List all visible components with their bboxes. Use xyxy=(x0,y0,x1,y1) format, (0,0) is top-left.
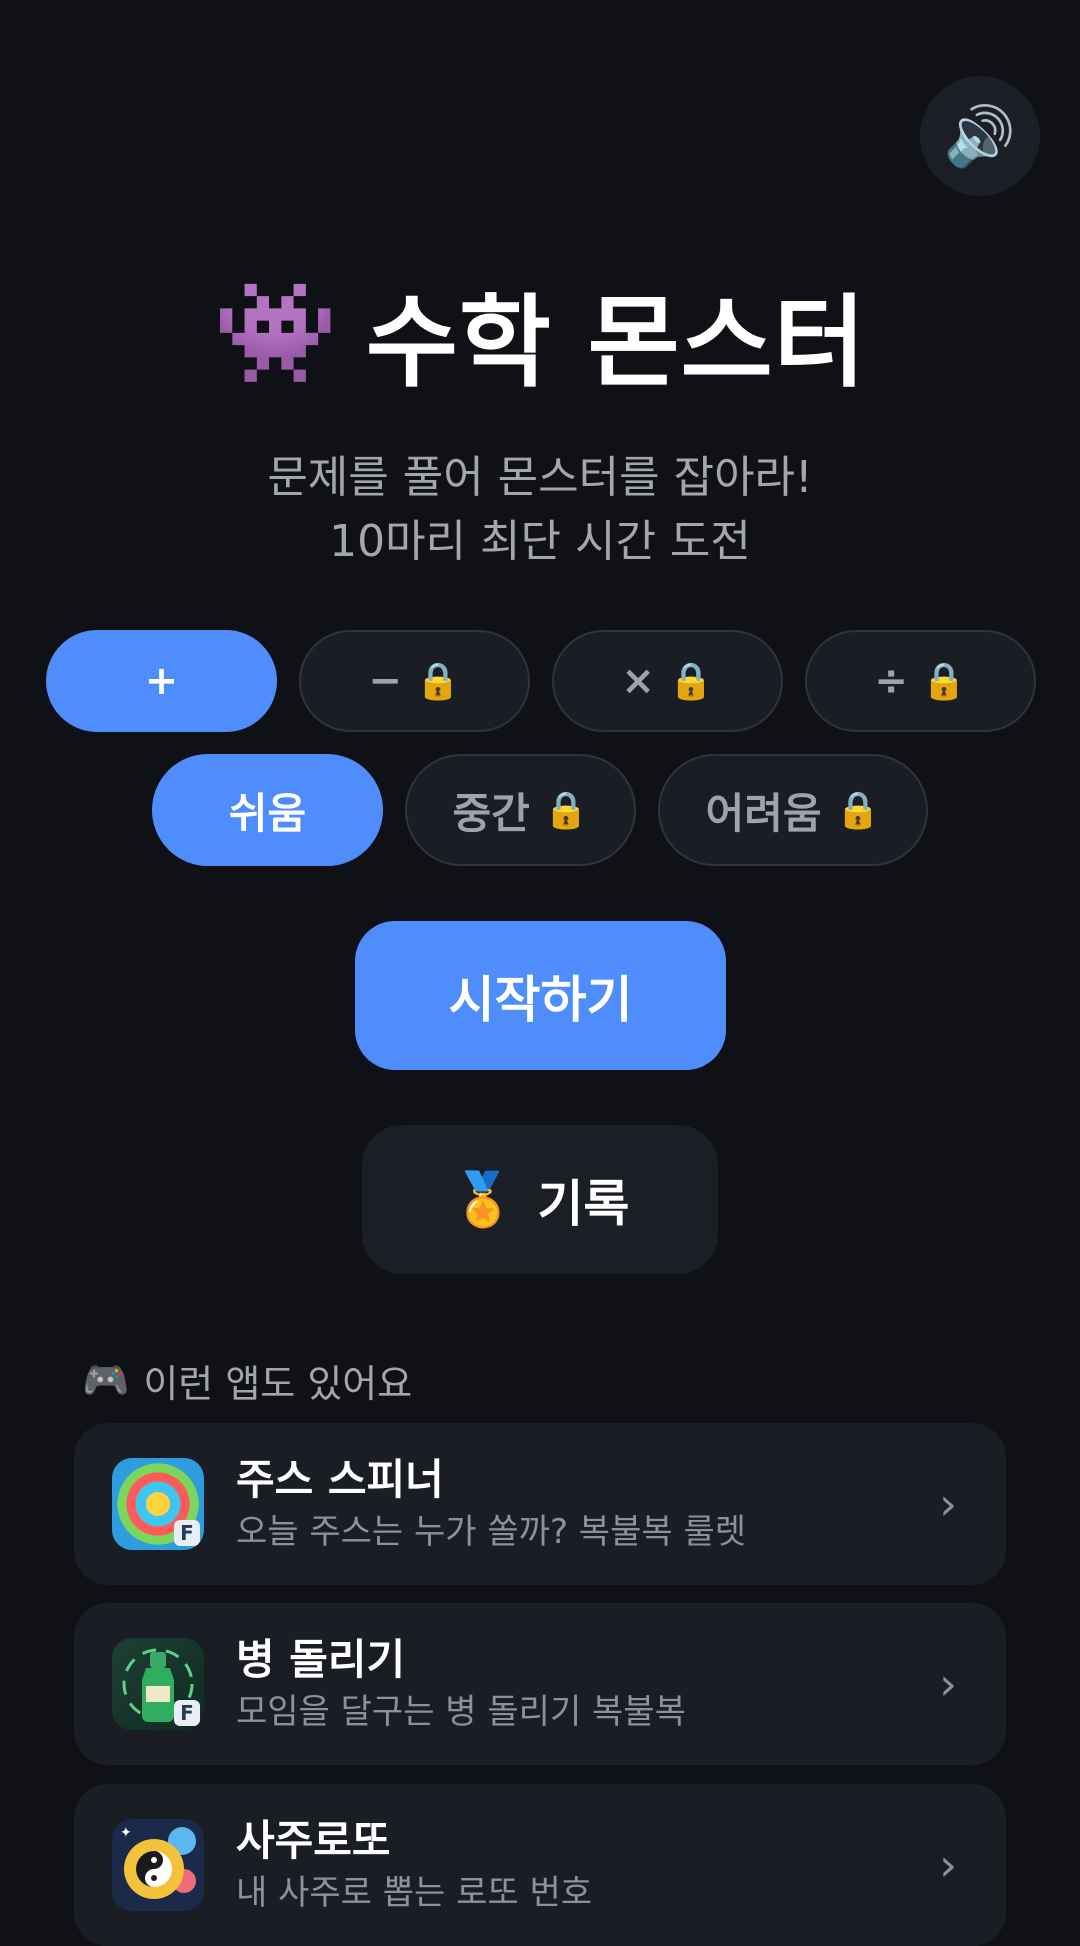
title-text: 수학 몬스터 xyxy=(365,283,867,401)
difficulty-easy-button[interactable]: 쉬움 xyxy=(152,754,383,866)
difficulty-selector: 쉬움 중간 🔒 어려움 🔒 xyxy=(0,754,1080,866)
bottle-spin-icon: F xyxy=(112,1638,204,1730)
lock-icon: 🔒 xyxy=(415,661,461,702)
chevron-right-icon: › xyxy=(939,1839,957,1891)
operation-label: ÷ xyxy=(874,658,908,704)
app-description: 오늘 주스는 누가 쏠까? 복불복 룰렛 xyxy=(236,1512,747,1552)
start-button[interactable]: 시작하기 xyxy=(355,921,726,1070)
subtitle-line-1: 문제를 풀어 몬스터를 잡아라! xyxy=(267,452,813,503)
operation-divide-button[interactable]: ÷ 🔒 xyxy=(805,630,1036,732)
svg-text:✦: ✦ xyxy=(120,1825,132,1841)
lock-icon: 🔒 xyxy=(835,790,881,831)
app-description: 모임을 달구는 병 돌리기 복불복 xyxy=(236,1692,686,1732)
saju-lotto-icon: ✦ xyxy=(112,1819,204,1911)
more-apps-heading: 🎮 이런 앱도 있어요 xyxy=(82,1352,412,1408)
subtitle: 문제를 풀어 몬스터를 잡아라! 10마리 최단 시간 도전 xyxy=(0,446,1080,574)
game-controller-icon: 🎮 xyxy=(82,1357,130,1402)
difficulty-label: 중간 xyxy=(452,788,530,838)
alien-monster-icon: 👾 xyxy=(213,274,338,391)
operation-multiply-button[interactable]: × 🔒 xyxy=(552,630,783,732)
sound-toggle-button[interactable]: 🔊 xyxy=(920,76,1040,196)
app-card-juice-spinner[interactable]: F 주스 스피너 오늘 주스는 누가 쏠까? 복불복 룰렛 › xyxy=(74,1423,1006,1585)
chevron-right-icon: › xyxy=(939,1658,957,1710)
app-name: 병 돌리기 xyxy=(236,1635,406,1684)
operation-label: × xyxy=(621,658,655,704)
difficulty-hard-button[interactable]: 어려움 🔒 xyxy=(658,754,928,866)
start-label: 시작하기 xyxy=(448,970,633,1029)
difficulty-label: 쉬움 xyxy=(228,788,307,838)
app-card-bottle-spin[interactable]: F 병 돌리기 모임을 달구는 병 돌리기 복불복 › xyxy=(74,1603,1006,1765)
record-label: 기록 xyxy=(537,1174,630,1233)
record-button[interactable]: 🏅 기록 xyxy=(362,1125,718,1274)
juice-spinner-icon: F xyxy=(112,1458,204,1550)
chevron-right-icon: › xyxy=(939,1478,957,1530)
speaker-icon: 🔊 xyxy=(943,102,1017,170)
app-name: 사주로또 xyxy=(236,1816,391,1865)
lock-icon: 🔒 xyxy=(543,790,589,831)
medal-icon: 🏅 xyxy=(450,1170,516,1230)
operation-label: − xyxy=(368,658,402,704)
operation-label: + xyxy=(144,658,179,704)
section-title-text: 이런 앱도 있어요 xyxy=(143,1361,413,1406)
operation-selector: + − 🔒 × 🔒 ÷ 🔒 xyxy=(46,630,1036,732)
app-card-saju-lotto[interactable]: ✦ 사주로또 내 사주로 뽑는 로또 번호 › xyxy=(74,1784,1006,1946)
difficulty-label: 어려움 xyxy=(705,788,822,838)
lock-icon: 🔒 xyxy=(668,661,714,702)
app-description: 내 사주로 뽑는 로또 번호 xyxy=(236,1873,593,1913)
operation-subtract-button[interactable]: − 🔒 xyxy=(299,630,530,732)
difficulty-medium-button[interactable]: 중간 🔒 xyxy=(405,754,636,866)
operation-add-button[interactable]: + xyxy=(46,630,277,732)
app-name: 주스 스피너 xyxy=(236,1455,444,1504)
page-title: 👾 수학 몬스터 xyxy=(0,268,1080,401)
lock-icon: 🔒 xyxy=(921,661,967,702)
subtitle-line-2: 10마리 최단 시간 도전 xyxy=(329,516,751,567)
